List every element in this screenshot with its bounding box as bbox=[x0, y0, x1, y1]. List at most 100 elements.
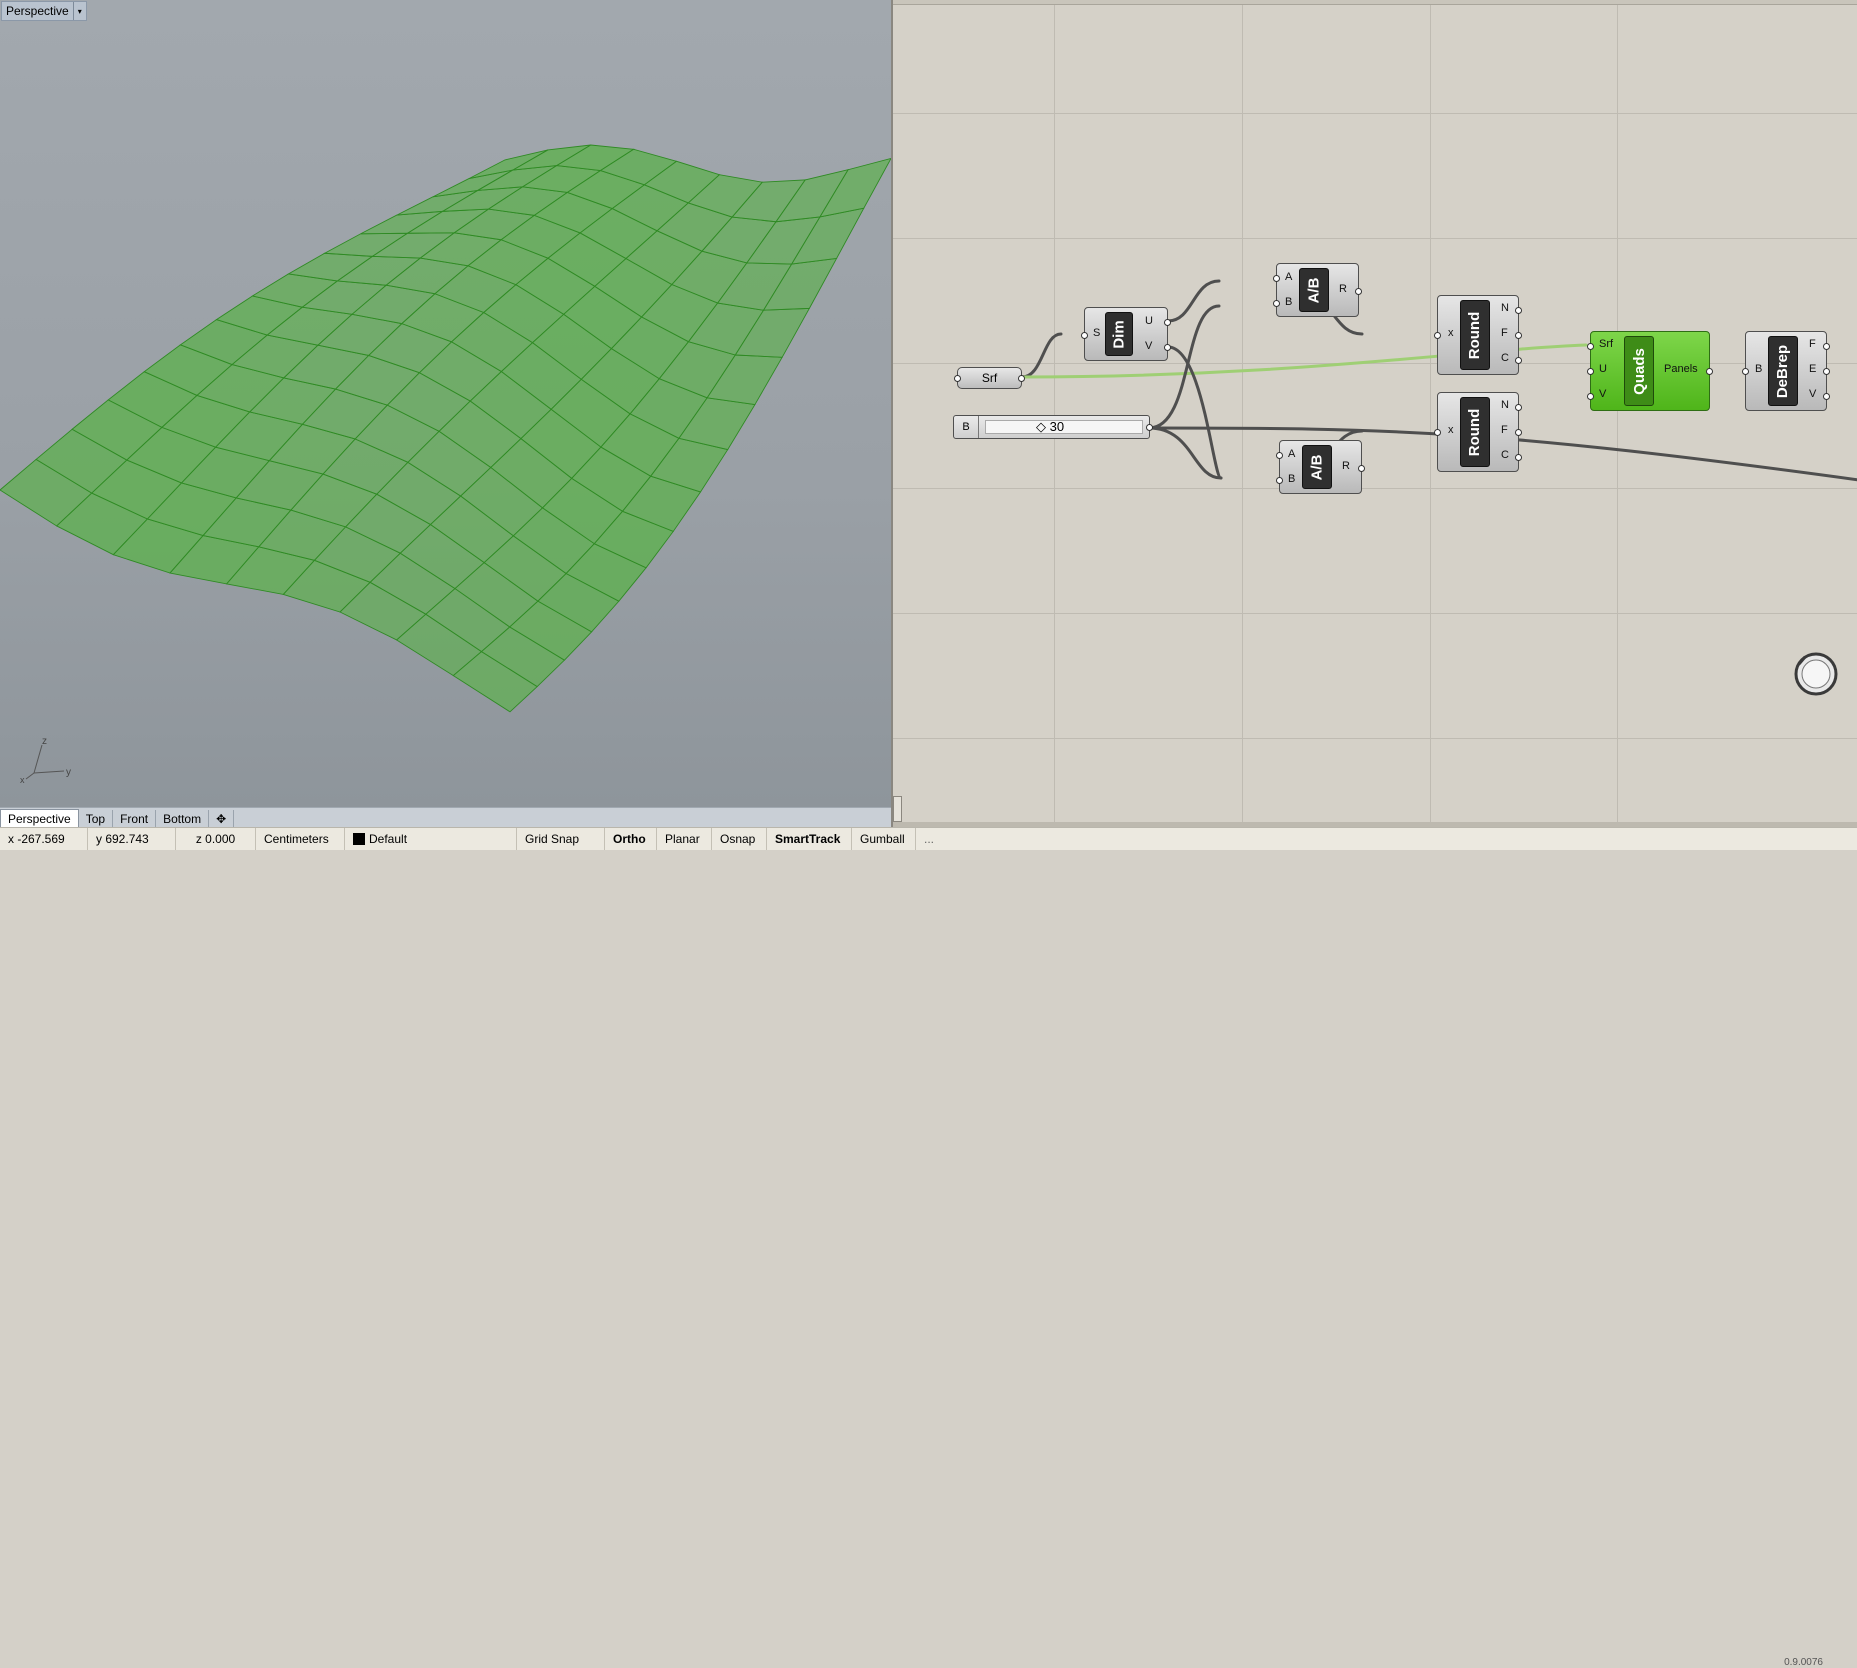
round1-input-x: x bbox=[1448, 327, 1454, 339]
number-slider[interactable]: B ◇ 30 bbox=[953, 415, 1153, 439]
quads-component[interactable]: Srf U V Quads Panels bbox=[1587, 331, 1713, 411]
round1-output-n: N bbox=[1501, 302, 1509, 314]
round-component-2[interactable]: x Round N F C bbox=[1434, 392, 1522, 472]
quads-core: Quads bbox=[1624, 336, 1654, 406]
debrep-name: DeBrep bbox=[1774, 344, 1792, 398]
div1-input-b: B bbox=[1285, 296, 1293, 308]
round2-core: Round bbox=[1460, 397, 1490, 467]
perspective-viewport[interactable]: Perspective ▾ z y x bbox=[0, 0, 891, 807]
wires bbox=[1020, 279, 1857, 482]
tab-top[interactable]: Top bbox=[79, 810, 114, 828]
slider-value[interactable]: ◇ 30 bbox=[1036, 419, 1064, 435]
div1-port-r[interactable] bbox=[1355, 288, 1362, 295]
viewport-menu-arrow-icon[interactable]: ▾ bbox=[72, 2, 86, 20]
debrep-core: DeBrep bbox=[1768, 336, 1798, 406]
round1-port-f[interactable] bbox=[1515, 332, 1522, 339]
world-axis-icon: z y x bbox=[20, 736, 71, 785]
quads-name: Quads bbox=[1630, 347, 1648, 395]
debrep-component[interactable]: B DeBrep F E V bbox=[1742, 331, 1830, 411]
round2-port-x[interactable] bbox=[1434, 429, 1441, 436]
layer-name: Default bbox=[369, 832, 408, 846]
gh-version: 0.9.0076 bbox=[1784, 1657, 1823, 1668]
viewport-tabs: Perspective Top Front Bottom ✥ bbox=[0, 807, 891, 828]
srf-param-input-port[interactable] bbox=[954, 375, 961, 382]
planar-toggle[interactable]: Planar bbox=[657, 828, 712, 850]
axis-y-label: y bbox=[66, 767, 71, 778]
round-component-1[interactable]: x Round N F C bbox=[1434, 295, 1522, 375]
debrep-output-f: F bbox=[1809, 338, 1816, 350]
tab-bottom[interactable]: Bottom bbox=[156, 810, 210, 828]
status-bar: x -267.569 y 692.743 z 0.000 Centimeters… bbox=[0, 827, 1857, 1668]
quads-port-srf[interactable] bbox=[1587, 343, 1594, 350]
round2-port-n[interactable] bbox=[1515, 404, 1522, 411]
grasshopper-canvas[interactable]: Srf B ◇ 30 S Dim U V A B A/B R A B A/B R bbox=[891, 0, 1857, 827]
slider-track[interactable]: ◇ 30 bbox=[985, 419, 1143, 435]
osnap-toggle[interactable]: Osnap bbox=[712, 828, 767, 850]
units[interactable]: Centimeters bbox=[256, 828, 345, 850]
viewport-title-tab[interactable]: Perspective ▾ bbox=[1, 1, 87, 21]
dim-port-v[interactable] bbox=[1164, 344, 1171, 351]
ortho-toggle[interactable]: Ortho bbox=[605, 828, 657, 850]
canvas-scrollbar-thumb[interactable] bbox=[893, 796, 902, 822]
tab-perspective[interactable]: Perspective bbox=[0, 809, 79, 828]
div2-output-r: R bbox=[1342, 460, 1350, 472]
mesh-surface[interactable] bbox=[0, 0, 891, 807]
quads-input-u: U bbox=[1599, 363, 1607, 375]
round2-port-f[interactable] bbox=[1515, 429, 1522, 436]
layer-indicator[interactable]: Default bbox=[345, 828, 517, 850]
debrep-port-v[interactable] bbox=[1823, 393, 1830, 400]
debrep-port-b[interactable] bbox=[1742, 368, 1749, 375]
tab-front[interactable]: Front bbox=[113, 810, 157, 828]
div2-port-b[interactable] bbox=[1276, 477, 1283, 484]
dim-component[interactable]: S Dim U V bbox=[1081, 307, 1171, 361]
canvas-widget-icon[interactable] bbox=[1793, 651, 1839, 697]
div1-output-r: R bbox=[1339, 283, 1347, 295]
debrep-port-f[interactable] bbox=[1823, 343, 1830, 350]
div1-input-a: A bbox=[1285, 271, 1293, 283]
dim-output-u: U bbox=[1145, 315, 1153, 327]
dim-port-u[interactable] bbox=[1164, 319, 1171, 326]
quads-input-v: V bbox=[1599, 388, 1607, 400]
dim-output-v: V bbox=[1145, 340, 1153, 352]
add-viewport-tab-icon[interactable]: ✥ bbox=[209, 810, 235, 828]
round1-core: Round bbox=[1460, 300, 1490, 370]
round1-name: Round bbox=[1466, 311, 1484, 359]
round2-output-n: N bbox=[1501, 399, 1509, 411]
quads-port-v[interactable] bbox=[1587, 393, 1594, 400]
round1-port-c[interactable] bbox=[1515, 357, 1522, 364]
dim-port-s[interactable] bbox=[1081, 332, 1088, 339]
round2-port-c[interactable] bbox=[1515, 454, 1522, 461]
div2-port-a[interactable] bbox=[1276, 452, 1283, 459]
round1-port-x[interactable] bbox=[1434, 332, 1441, 339]
round1-port-n[interactable] bbox=[1515, 307, 1522, 314]
round2-input-x: x bbox=[1448, 424, 1454, 436]
srf-param-output-port[interactable] bbox=[1018, 375, 1025, 382]
div2-core: A/B bbox=[1302, 445, 1332, 489]
div1-port-a[interactable] bbox=[1273, 275, 1280, 282]
quads-port-u[interactable] bbox=[1587, 368, 1594, 375]
smarttrack-toggle[interactable]: SmartTrack bbox=[767, 828, 852, 850]
division-component-2[interactable]: A B A/B R bbox=[1276, 440, 1365, 494]
division-component-1[interactable]: A B A/B R bbox=[1273, 263, 1362, 317]
srf-param[interactable]: Srf bbox=[954, 367, 1025, 389]
dim-name: Dim bbox=[1110, 319, 1128, 349]
gh-status-hint: ... bbox=[924, 832, 935, 846]
coord-z: z 0.000 bbox=[176, 828, 256, 850]
div2-port-r[interactable] bbox=[1358, 465, 1365, 472]
gumball-toggle[interactable]: Gumball bbox=[852, 828, 916, 850]
viewport-title: Perspective bbox=[6, 4, 69, 18]
debrep-output-e: E bbox=[1809, 363, 1817, 375]
debrep-input-b: B bbox=[1755, 363, 1763, 375]
grid-snap-toggle[interactable]: Grid Snap bbox=[517, 828, 605, 850]
quads-input-srf: Srf bbox=[1599, 338, 1614, 350]
axis-z-label: z bbox=[42, 736, 47, 747]
debrep-port-e[interactable] bbox=[1823, 368, 1830, 375]
div1-name: A/B bbox=[1305, 277, 1323, 303]
quads-output-panels: Panels bbox=[1664, 363, 1698, 375]
quads-port-panels[interactable] bbox=[1706, 368, 1713, 375]
debrep-output-v: V bbox=[1809, 388, 1817, 400]
div2-input-b: B bbox=[1288, 473, 1296, 485]
div1-port-b[interactable] bbox=[1273, 300, 1280, 307]
div1-core: A/B bbox=[1299, 268, 1329, 312]
slider-output-port[interactable] bbox=[1146, 424, 1153, 431]
